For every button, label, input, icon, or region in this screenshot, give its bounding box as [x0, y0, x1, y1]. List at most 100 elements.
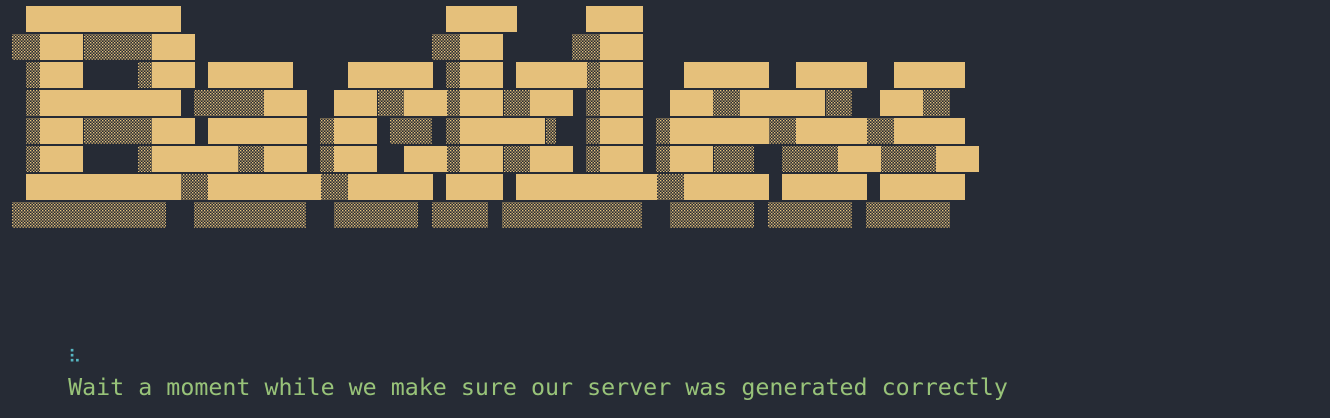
spinner-icon: ⠧ [68, 347, 82, 368]
banner-solid-block [334, 90, 377, 116]
banner-solid-block [152, 118, 195, 144]
banner-solid-block [600, 90, 643, 116]
banner-shade-block [26, 90, 40, 116]
banner-solid-block [208, 174, 321, 200]
banner-solid-block [782, 174, 867, 200]
banner-solid-block [152, 146, 238, 172]
banner-solid-block [796, 118, 867, 144]
banner-solid-block [894, 118, 965, 144]
banner-shade-block [826, 90, 852, 116]
banner-solid-block [460, 90, 503, 116]
banner-solid-block [40, 62, 83, 88]
banner-solid-block [530, 90, 573, 116]
banner-shade-block [432, 34, 460, 60]
banner-shade-block [546, 118, 556, 144]
banner-shade-block [432, 202, 488, 228]
banner-solid-block [208, 118, 307, 144]
banner-shade-block [194, 202, 306, 228]
banner-solid-block [404, 90, 447, 116]
banner-solid-block [264, 90, 307, 116]
banner-shade-block [446, 146, 460, 172]
banner-shade-block [586, 146, 600, 172]
banner-shade-block [656, 174, 684, 200]
banner-shade-block [714, 146, 754, 172]
banner-shade-block [768, 118, 796, 144]
banner-solid-block [264, 146, 307, 172]
banner-shade-block [12, 34, 40, 60]
banner-solid-block [894, 62, 965, 88]
status-message: Wait a moment while we make sure our ser… [68, 374, 1008, 401]
banner-solid-block [40, 146, 83, 172]
terminal-window: ⠧ Wait a moment while we make sure our s… [0, 0, 1330, 418]
banner-shade-block [502, 202, 642, 228]
banner-shade-block [194, 90, 264, 116]
status-line: ⠧ Wait a moment while we make sure our s… [12, 311, 1008, 401]
banner-solid-block [684, 62, 769, 88]
banner-shade-block [712, 90, 740, 116]
banner-shade-block [446, 118, 460, 144]
banner-solid-block [684, 174, 769, 200]
banner-solid-block [404, 146, 447, 172]
banner-solid-block [670, 90, 713, 116]
banner-solid-block [670, 146, 713, 172]
banner-solid-block [670, 118, 769, 144]
banner-solid-block [460, 118, 545, 144]
banner-solid-block [600, 146, 643, 172]
banner-shade-block [656, 118, 670, 144]
banner-shade-block [922, 90, 950, 116]
banner-shade-block [26, 62, 40, 88]
banner-shade-block [446, 90, 460, 116]
banner-shade-block [138, 62, 152, 88]
banner-solid-block [880, 174, 965, 200]
banner-solid-block [530, 146, 573, 172]
banner-shade-block [866, 202, 950, 228]
banner-shade-block [26, 118, 40, 144]
banner-shade-block [320, 174, 348, 200]
banner-solid-block [460, 34, 503, 60]
banner-shade-block [572, 34, 600, 60]
banner-solid-block [152, 62, 195, 88]
banner-solid-block [586, 6, 643, 32]
banner-solid-block [446, 6, 517, 32]
banner-shade-block [670, 202, 754, 228]
banner-shade-block [84, 34, 152, 60]
banner-solid-block [40, 118, 83, 144]
backless-ascii-banner [12, 6, 979, 228]
banner-solid-block [600, 118, 643, 144]
banner-solid-block [348, 62, 433, 88]
banner-solid-block [460, 62, 503, 88]
banner-solid-block [26, 174, 181, 200]
banner-shade-block [238, 146, 264, 172]
banner-solid-block [600, 34, 643, 60]
banner-solid-block [446, 174, 503, 200]
banner-solid-block [740, 90, 825, 116]
banner-shade-block [880, 146, 936, 172]
banner-solid-block [26, 6, 181, 32]
banner-shade-block [586, 90, 600, 116]
banner-shade-block [84, 118, 152, 144]
banner-shade-block [866, 118, 894, 144]
banner-shade-block [586, 62, 600, 88]
banner-shade-block [320, 146, 334, 172]
banner-shade-block [504, 90, 530, 116]
banner-solid-block [348, 174, 433, 200]
banner-shade-block [390, 118, 432, 144]
banner-solid-block [516, 174, 657, 200]
banner-shade-block [26, 146, 40, 172]
banner-solid-block [600, 62, 643, 88]
banner-shade-block [180, 174, 208, 200]
banner-solid-block [460, 146, 503, 172]
banner-solid-block [40, 34, 83, 60]
banner-shade-block [586, 118, 600, 144]
banner-solid-block [334, 118, 377, 144]
banner-solid-block [936, 146, 979, 172]
banner-solid-block [796, 62, 867, 88]
banner-shade-block [782, 146, 838, 172]
banner-solid-block [838, 146, 881, 172]
banner-shade-block [138, 146, 152, 172]
banner-shade-block [504, 146, 530, 172]
banner-shade-block [378, 90, 404, 116]
banner-shade-block [334, 202, 418, 228]
banner-shade-block [656, 146, 670, 172]
banner-solid-block [40, 90, 181, 116]
